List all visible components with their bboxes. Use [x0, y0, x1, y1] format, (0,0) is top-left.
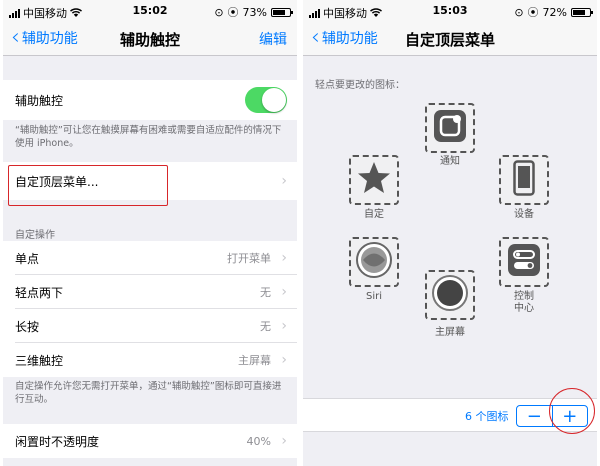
action-row-long-press[interactable]: 长按 无 › — [3, 309, 297, 343]
status-right: ⊙ ⦿ 73% — [214, 4, 293, 20]
accessibility-touch-screen: 中国移动 15:02 ⊙ ⦿ 73% ‹ 辅助功能 辅助触控 编辑 辅助触控 “… — [3, 0, 297, 466]
chevron-right-icon: › — [281, 352, 287, 368]
highlight-box — [8, 165, 168, 206]
chevron-right-icon: › — [281, 173, 287, 189]
chevron-right-icon: › — [281, 284, 287, 300]
action-value: 打开菜单 — [227, 252, 271, 265]
decrease-button[interactable]: − — [517, 406, 553, 427]
menu-label-control-center: 控制 中心 — [514, 291, 534, 314]
page-title: 辅助触控 — [119, 31, 180, 49]
chevron-right-icon: › — [281, 433, 287, 449]
menu-label-home: 主屏幕 — [435, 327, 465, 338]
edit-button[interactable]: 编辑 — [259, 29, 287, 49]
home-icon — [431, 274, 469, 316]
alarm-icon: ⊙ — [514, 5, 524, 19]
status-bar: 中国移动 15:02 ⊙ ⦿ 73% — [3, 0, 297, 22]
action-value: 主屏幕 — [238, 354, 271, 367]
menu-label-custom: 自定 — [364, 209, 384, 220]
idle-opacity-row[interactable]: 闲置时不透明度 40% › — [3, 424, 297, 458]
menu-slot-home[interactable] — [425, 270, 475, 320]
action-value: 无 — [260, 286, 271, 299]
highlight-circle — [549, 388, 595, 434]
action-label: 三维触控 — [15, 353, 64, 368]
menu-slot-notification[interactable] — [425, 103, 475, 153]
orientation-lock-icon: ⦿ — [527, 6, 539, 19]
nav-bar: ‹ 辅助功能 自定顶层菜单 — [303, 22, 597, 56]
status-right: ⊙ ⦿ 72% — [514, 4, 593, 20]
page-title: 自定顶层菜单 — [404, 31, 495, 49]
instruction-text: 轻点要更改的图标： — [315, 80, 405, 91]
status-bar: 中国移动 15:03 ⊙ ⦿ 72% — [303, 0, 597, 22]
menu-label-device: 设备 — [514, 209, 534, 220]
control-center-icon — [507, 243, 541, 281]
action-row-3d-touch[interactable]: 三维触控 主屏幕 › — [3, 343, 297, 377]
chevron-right-icon: › — [281, 318, 287, 334]
action-row-tap[interactable]: 单点 打开菜单 › — [3, 241, 297, 275]
chevron-right-icon: › — [281, 250, 287, 266]
action-label: 轻点两下 — [15, 285, 64, 300]
custom-actions-header: 自定操作 — [15, 230, 55, 241]
battery-icon — [271, 7, 293, 17]
action-row-double-tap[interactable]: 轻点两下 无 › — [3, 275, 297, 309]
assistive-touch-toggle[interactable] — [245, 87, 287, 113]
nav-bar: ‹ 辅助功能 辅助触控 编辑 — [3, 22, 297, 56]
assistive-touch-row: 辅助触控 — [3, 80, 297, 120]
alarm-icon: ⊙ — [214, 5, 224, 19]
star-icon — [356, 160, 392, 200]
customize-top-menu-screen: 中国移动 15:03 ⊙ ⦿ 72% ‹ 辅助功能 自定顶层菜单 轻点要更改的图… — [303, 0, 597, 466]
device-icon — [513, 160, 535, 200]
battery-icon — [571, 7, 593, 17]
custom-actions-note: 自定操作允许您无需打开菜单，通过“辅助触控”图标即可直接进行互动。 — [15, 381, 282, 405]
menu-label-siri: Siri — [365, 291, 382, 302]
assistive-touch-description: “辅助触控”可让您在触摸屏幕有困难或需要自适应配件的情况下使用 iPhone。 — [15, 125, 282, 149]
orientation-lock-icon: ⦿ — [227, 6, 239, 19]
battery-percent: 72% — [542, 5, 567, 19]
icon-count-label: 6 个图标 — [465, 410, 509, 423]
menu-slot-device[interactable] — [499, 155, 549, 205]
notification-icon — [433, 109, 467, 147]
idle-opacity-value: 40% — [246, 434, 271, 448]
action-label: 单点 — [15, 251, 40, 266]
battery-percent: 73% — [242, 5, 267, 19]
action-label: 长按 — [15, 319, 40, 334]
idle-opacity-label: 闲置时不透明度 — [15, 434, 100, 449]
menu-slot-siri[interactable] — [349, 237, 399, 287]
menu-label-notification: 通知 — [440, 156, 460, 167]
action-value: 无 — [260, 320, 271, 333]
toggle-knob — [262, 88, 286, 112]
siri-icon — [355, 241, 393, 283]
menu-slot-custom[interactable] — [349, 155, 399, 205]
menu-slot-control-center[interactable] — [499, 237, 549, 287]
assistive-touch-label: 辅助触控 — [15, 93, 64, 108]
